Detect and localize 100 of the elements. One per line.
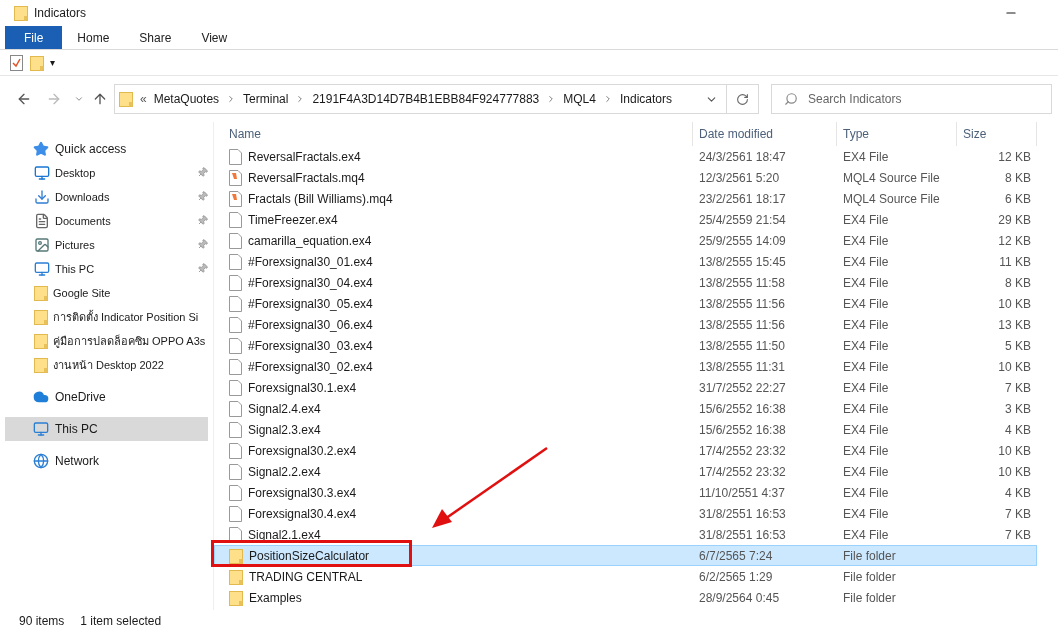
file-name: camarilla_equation.ex4	[248, 232, 372, 250]
file-row[interactable]: Forexsignal30.4.ex4 31/8/2551 16:53 EX4 File 7 KB	[214, 503, 1037, 524]
file-icon	[229, 421, 242, 438]
file-row[interactable]: Forexsignal30.2.ex4 17/4/2552 23:32 EX4 File 10 KB	[214, 440, 1037, 461]
type-cell-text: EX4 File	[842, 379, 890, 397]
date-cell-text: 28/9/2564 0:45	[698, 589, 781, 607]
file-row[interactable]: Signal2.1.ex4 31/8/2551 16:53 EX4 File 7 KB	[214, 524, 1037, 545]
date-cell-text: 6/2/2565 1:29	[698, 568, 774, 586]
search-field[interactable]: Search Indicators	[771, 84, 1052, 114]
forward-icon[interactable]	[46, 91, 62, 107]
folder-icon	[34, 285, 48, 301]
date-cell-text: 31/8/2551 16:53	[698, 505, 787, 523]
type-cell-text: EX4 File	[842, 337, 890, 355]
size-cell: 12 KB	[998, 233, 1031, 248]
size-cell: 3 KB	[1005, 401, 1031, 416]
type-cell-text: File folder	[842, 568, 897, 586]
column-header[interactable]: Type	[837, 122, 957, 146]
file-row[interactable]: #Forexsignal30_05.ex4 13/8/2555 11:56 EX4 File 10 KB	[214, 293, 1037, 314]
sidebar-item[interactable]: งานหน้า Desktop 2022	[0, 353, 214, 377]
type-cell-text: EX4 File	[842, 148, 890, 166]
sidebar-item[interactable]: การติดตั้ง Indicator Position Si	[0, 305, 214, 329]
file-row[interactable]: Signal2.3.ex4 15/6/2552 16:38 EX4 File 4 KB	[214, 419, 1037, 440]
file-icon	[229, 253, 242, 270]
document-icon	[34, 213, 50, 229]
breadcrumb[interactable]: Terminal	[243, 90, 289, 108]
size-cell: 4 KB	[1005, 422, 1031, 437]
type-cell-text: EX4 File	[842, 484, 890, 502]
file-row[interactable]: Fractals (Bill Williams).mq4 23/2/2561 18:17 MQL4 Source File 6 KB	[214, 188, 1037, 209]
type-cell-text: EX4 File	[842, 316, 890, 334]
file-row[interactable]: PositionSizeCalculator 6/7/2565 7:24 File folder	[214, 545, 1037, 566]
type-cell-text: MQL4 Source File	[842, 169, 941, 187]
date-cell-text: 11/10/2551 4:37	[698, 484, 786, 502]
properties-icon[interactable]	[10, 54, 24, 71]
file-row[interactable]: Forexsignal30.1.ex4 31/7/2552 22:27 EX4 File 7 KB	[214, 377, 1037, 398]
window-title: Indicators	[34, 5, 87, 22]
ribbon-tab[interactable]: File	[5, 26, 63, 49]
search-input[interactable]: Search Indicators	[808, 90, 1008, 108]
sidebar-item[interactable]: Network	[5, 449, 208, 473]
sidebar-item[interactable]: Documents	[0, 209, 214, 233]
breadcrumb[interactable]: Indicators	[619, 90, 672, 108]
file-row[interactable]: #Forexsignal30_02.ex4 13/8/2555 11:31 EX4 File 10 KB	[214, 356, 1037, 377]
type-cell-text: EX4 File	[842, 421, 890, 439]
sidebar-item[interactable]: OneDrive	[5, 385, 208, 409]
file-icon	[229, 148, 242, 165]
file-row[interactable]: #Forexsignal30_03.ex4 13/8/2555 11:50 EX4 File 5 KB	[214, 335, 1037, 356]
file-icon	[229, 274, 242, 291]
file-row[interactable]: ReversalFractals.ex4 24/3/2561 18:47 EX4 File 12 KB	[214, 146, 1037, 167]
file-row[interactable]: TimeFreezer.ex4 25/4/2559 21:54 EX4 File 29 KB	[214, 209, 1037, 230]
size-cell: 13 KB	[998, 317, 1031, 332]
sidebar-item[interactable]: Pictures	[0, 233, 214, 257]
type-cell-text: File folder	[842, 589, 897, 607]
file-row[interactable]: #Forexsignal30_04.ex4 13/8/2555 11:58 EX4 File 8 KB	[214, 272, 1037, 293]
size-cell: 10 KB	[998, 359, 1031, 374]
file-icon	[229, 484, 242, 501]
back-icon[interactable]	[16, 91, 32, 107]
file-icon	[229, 295, 242, 312]
overflow-glyph[interactable]: «	[140, 90, 147, 108]
file-row[interactable]: Examples 28/9/2564 0:45 File folder	[214, 587, 1037, 608]
address-bar[interactable]: « MetaQuotes Terminal 2191F4A3D14D7B4B1EBB84F924777883 MQL4 Indicators	[114, 84, 759, 114]
file-name: Forexsignal30.2.ex4	[248, 442, 357, 460]
sidebar-item[interactable]: Downloads	[0, 185, 214, 209]
file-row[interactable]: Forexsignal30.3.ex4 11/10/2551 4:37 EX4 File 4 KB	[214, 482, 1037, 503]
monitor-icon	[34, 165, 50, 181]
file-row[interactable]: #Forexsignal30_01.ex4 13/8/2555 15:45 EX4 File 11 KB	[214, 251, 1037, 272]
customize-toolbar-glyph[interactable]: ▾	[50, 55, 55, 70]
ribbon-tab[interactable]: Home	[62, 26, 125, 49]
folder-icon	[34, 309, 48, 325]
sidebar-item[interactable]: Desktop	[0, 161, 214, 185]
date-cell-text: 15/6/2552 16:38	[698, 400, 787, 418]
column-header[interactable]: Name	[214, 122, 693, 146]
file-row[interactable]: Signal2.2.ex4 17/4/2552 23:32 EX4 File 10 KB	[214, 461, 1037, 482]
date-cell-text: 17/4/2552 23:32	[698, 463, 787, 481]
breadcrumb[interactable]: 2191F4A3D14D7B4B1EBB84F924777883	[312, 90, 540, 108]
column-header[interactable]: Size	[957, 122, 1037, 146]
sidebar-item[interactable]: Google Site	[0, 281, 214, 305]
sidebar-item[interactable]: คู่มือการปลดล็อคซิม OPPO A3s	[0, 329, 214, 353]
column-header[interactable]: Date modified	[693, 122, 837, 146]
sidebar-item[interactable]: This PC	[0, 257, 214, 281]
recent-locations-icon[interactable]	[74, 94, 84, 104]
file-row[interactable]: #Forexsignal30_06.ex4 13/8/2555 11:56 EX4 File 13 KB	[214, 314, 1037, 335]
date-cell-text: 13/8/2555 11:56	[698, 295, 786, 313]
breadcrumb[interactable]: MetaQuotes	[153, 90, 220, 108]
file-row[interactable]: TRADING CENTRAL 6/2/2565 1:29 File folder	[214, 566, 1037, 587]
date-cell-text: 15/6/2552 16:38	[698, 421, 787, 439]
breadcrumb[interactable]: MQL4	[563, 90, 596, 108]
folder-icon	[119, 91, 133, 107]
ribbon-tab[interactable]: View	[186, 26, 243, 49]
file-row[interactable]: ReversalFractals.mq4 12/3/2561 5:20 MQL4 Source File 8 KB	[214, 167, 1037, 188]
up-icon[interactable]	[92, 91, 108, 107]
type-cell-text: File folder	[842, 547, 897, 565]
date-cell-text: 25/4/2559 21:54	[698, 211, 787, 229]
sidebar-item[interactable]: This PC	[5, 417, 208, 441]
download-icon	[34, 189, 50, 205]
sidebar-item[interactable]: Quick access	[5, 137, 208, 161]
file-icon	[229, 358, 242, 375]
file-row[interactable]: Signal2.4.ex4 15/6/2552 16:38 EX4 File 3 KB	[214, 398, 1037, 419]
file-row[interactable]: camarilla_equation.ex4 25/9/2555 14:09 EX4 File 12 KB	[214, 230, 1037, 251]
file-name: #Forexsignal30_04.ex4	[248, 274, 373, 292]
ribbon-tab[interactable]: Share	[124, 26, 187, 49]
file-name: Fractals (Bill Williams).mq4	[248, 190, 393, 208]
